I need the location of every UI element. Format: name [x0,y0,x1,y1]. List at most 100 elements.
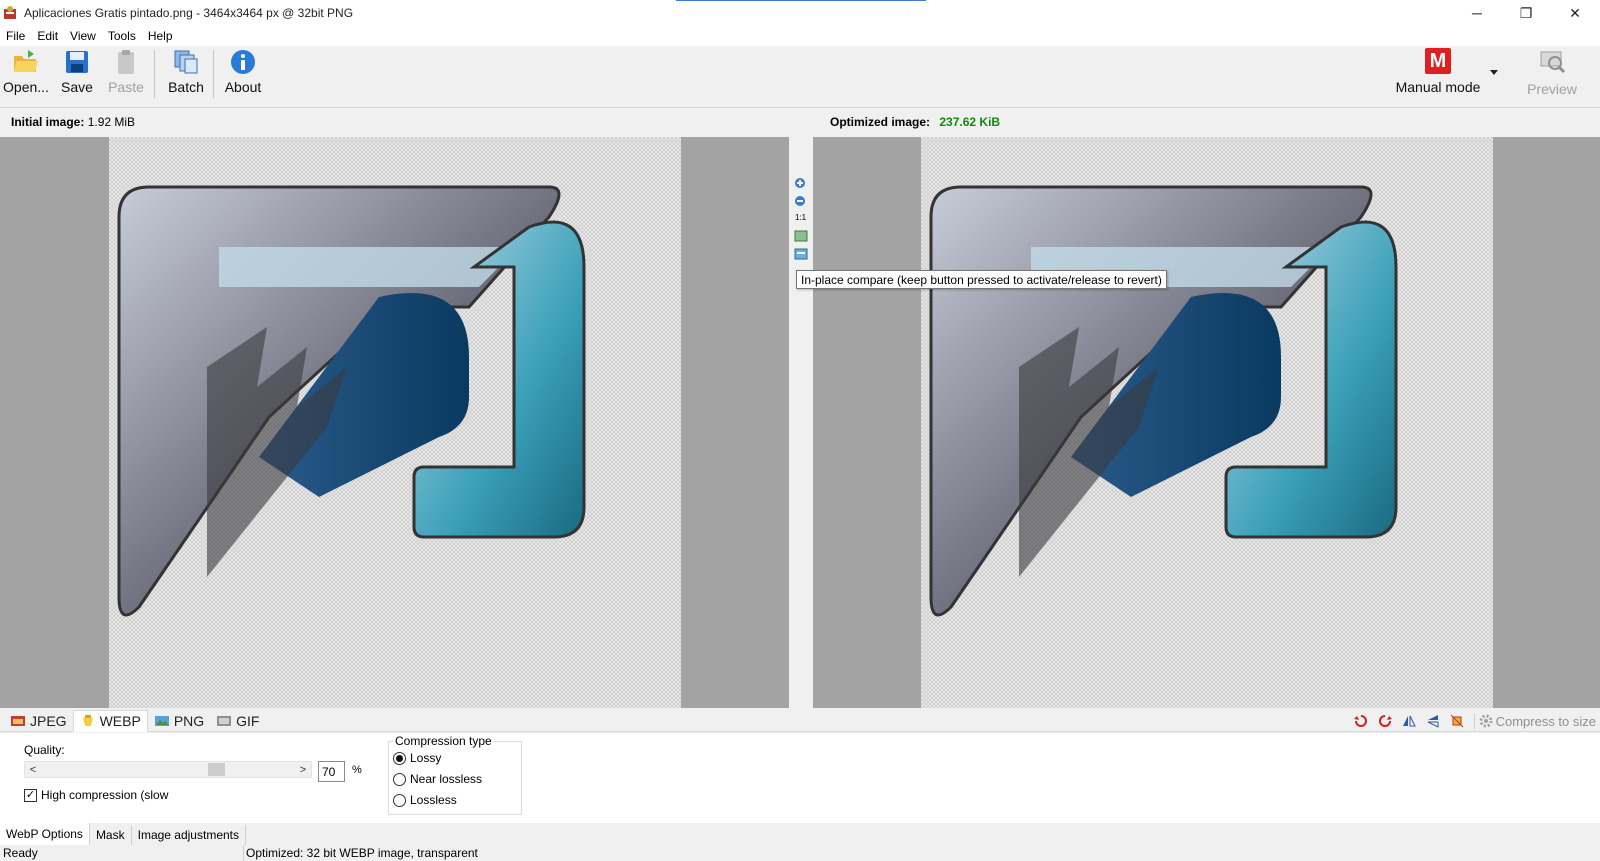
paste-button[interactable]: Paste [106,48,146,100]
close-button[interactable]: ✕ [1552,0,1598,26]
menu-tools[interactable]: Tools [102,29,142,43]
slider-left-arrow[interactable]: < [25,762,41,777]
rotate-right-icon[interactable] [1378,714,1392,728]
manual-mode-button[interactable]: M Manual mode [1390,48,1486,100]
compression-type-group: Compression type Lossy Near lossless Los… [388,734,522,815]
initial-image-size: 1.92 MiB [87,115,136,129]
jpeg-icon [11,715,25,726]
gear-icon [1479,714,1493,728]
zoom-fit-icon[interactable] [794,229,808,243]
tab-mask[interactable]: Mask [90,825,132,845]
optimized-image-canvas [921,137,1493,708]
menu-help[interactable]: Help [142,29,179,43]
radio-near-lossless-label: Near lossless [410,772,483,786]
optimized-image-info: Optimized image: 237.62 KiB [830,115,1000,129]
tab-webp-label: WEBP [99,713,141,729]
quality-input[interactable]: 70 [318,761,345,782]
app-window: Aplicaciones Gratis pintado.png - 3464x3… [0,0,1600,861]
quality-slider[interactable]: < > [24,761,312,778]
manual-mode-label: Manual mode [1395,79,1481,95]
optimized-image-panel[interactable] [813,137,1600,708]
batch-images-icon [174,50,198,74]
menu-bar: File Edit View Tools Help [0,26,1600,46]
crop-icon[interactable] [1450,714,1464,728]
high-compression-checkbox[interactable]: ✓ High compression (slow [24,788,168,802]
tab-jpeg-label: JPEG [30,712,67,729]
magnifier-icon [1540,51,1566,74]
slider-thumb[interactable] [208,763,226,776]
rotate-left-icon[interactable] [1353,714,1368,728]
high-compression-label: High compression (slow [41,788,169,802]
title-bar: Aplicaciones Gratis pintado.png - 3464x3… [0,0,1600,26]
compress-to-size-button[interactable]: Compress to size [1473,713,1596,729]
radio-lossy[interactable]: Lossy [393,751,441,765]
manual-mode-letter: M [1429,49,1447,72]
slider-right-arrow[interactable]: > [295,762,311,777]
quality-label: Quality: [24,743,65,757]
radio-lossless[interactable]: Lossless [393,793,457,807]
toolbar-separator [213,50,214,98]
initial-image-artwork [117,185,586,617]
tab-webp[interactable]: WEBP [72,709,148,732]
folder-open-icon [14,50,38,72]
flip-vertical-icon[interactable] [1426,714,1440,728]
png-icon [154,715,169,726]
quality-percent-sign: % [352,764,362,776]
preview-button[interactable]: Preview [1524,48,1580,100]
menu-view[interactable]: View [64,29,102,43]
flip-horizontal-icon[interactable] [1402,714,1416,728]
paste-label: Paste [108,79,144,95]
menu-file[interactable]: File [0,29,31,43]
initial-image-panel[interactable] [0,137,789,708]
preview-label: Preview [1527,81,1577,97]
clipboard-icon [118,50,134,74]
tab-png[interactable]: PNG [148,710,210,732]
info-icon [231,50,255,74]
tab-jpeg[interactable]: JPEG [4,710,73,732]
toolbar-separator [154,50,155,98]
minimize-button[interactable]: ─ [1454,0,1500,26]
tab-gif[interactable]: GIF [210,710,265,732]
in-place-compare-tooltip: In-place compare (keep button pressed to… [796,270,1167,289]
initial-image-canvas [109,137,681,708]
tab-png-label: PNG [173,712,205,729]
zoom-in-icon[interactable] [794,177,808,191]
window-title: Aplicaciones Gratis pintado.png - 3464x3… [24,6,354,20]
options-tab-bar: WebP Options Mask Image adjustments [0,823,1600,845]
batch-button[interactable]: Batch [164,48,208,100]
webp-options-panel: Quality: < > 70 % ✓ High compression (sl… [0,733,1600,823]
title-accent-line [676,0,926,1]
about-button[interactable]: About [221,48,265,100]
radio-lossless-label: Lossless [410,793,457,807]
toolbar: Open... Save Paste Batch About M Manual … [0,46,1600,108]
in-place-compare-icon[interactable] [794,247,808,261]
manual-mode-icon: M [1425,48,1451,74]
open-label: Open... [3,79,49,95]
restore-button[interactable]: ❐ [1503,0,1549,26]
gif-icon [217,715,232,726]
initial-image-label: Initial image: [11,115,85,129]
status-optimized-info: Optimized: 32 bit WEBP image, transparen… [246,846,478,860]
radio-unselected-icon [393,772,406,786]
image-tools: Compress to size [1353,710,1596,732]
status-ready: Ready [0,845,244,861]
status-bar: Ready Optimized: 32 bit WEBP image, tran… [0,845,1600,861]
checkbox-checked-icon: ✓ [24,788,37,802]
batch-label: Batch [168,79,204,95]
open-button[interactable]: Open... [3,48,49,100]
tab-image-adjustments[interactable]: Image adjustments [132,825,246,845]
menu-edit[interactable]: Edit [31,29,64,43]
save-button[interactable]: Save [58,48,96,100]
radio-unselected-icon [393,793,406,807]
mode-dropdown-icon[interactable] [1490,70,1498,75]
zoom-out-icon[interactable] [794,195,808,209]
optimized-image-size: 237.62 KiB [939,115,1001,129]
info-bar: Initial image: 1.92 MiB Optimized image:… [0,108,1600,136]
app-icon [4,6,16,19]
save-label: Save [61,79,93,95]
radio-selected-icon [393,751,406,765]
tab-webp-options[interactable]: WebP Options [0,823,90,845]
radio-near-lossless[interactable]: Near lossless [393,772,482,786]
zoom-actual-size-button[interactable]: 1:1 [795,213,809,227]
optimized-image-artwork [929,185,1398,617]
